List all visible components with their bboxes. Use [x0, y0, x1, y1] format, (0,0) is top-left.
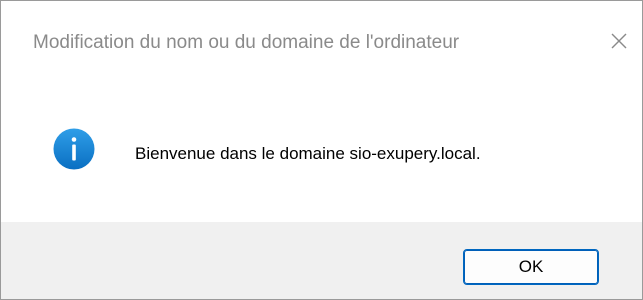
dialog-message: Bienvenue dans le domaine sio-exupery.lo…	[135, 144, 481, 163]
ok-button[interactable]: OK	[463, 249, 599, 285]
close-icon	[610, 32, 628, 50]
title-bar: Modification du nom ou du domaine de l'o…	[1, 1, 642, 87]
dialog-content: Bienvenue dans le domaine sio-exupery.lo…	[1, 87, 642, 222]
close-button[interactable]	[596, 15, 642, 67]
dialog-footer: OK	[1, 222, 642, 299]
dialog-title: Modification du nom ou du domaine de l'o…	[33, 32, 460, 53]
message-dialog: Modification du nom ou du domaine de l'o…	[0, 0, 643, 300]
info-icon	[53, 128, 95, 170]
